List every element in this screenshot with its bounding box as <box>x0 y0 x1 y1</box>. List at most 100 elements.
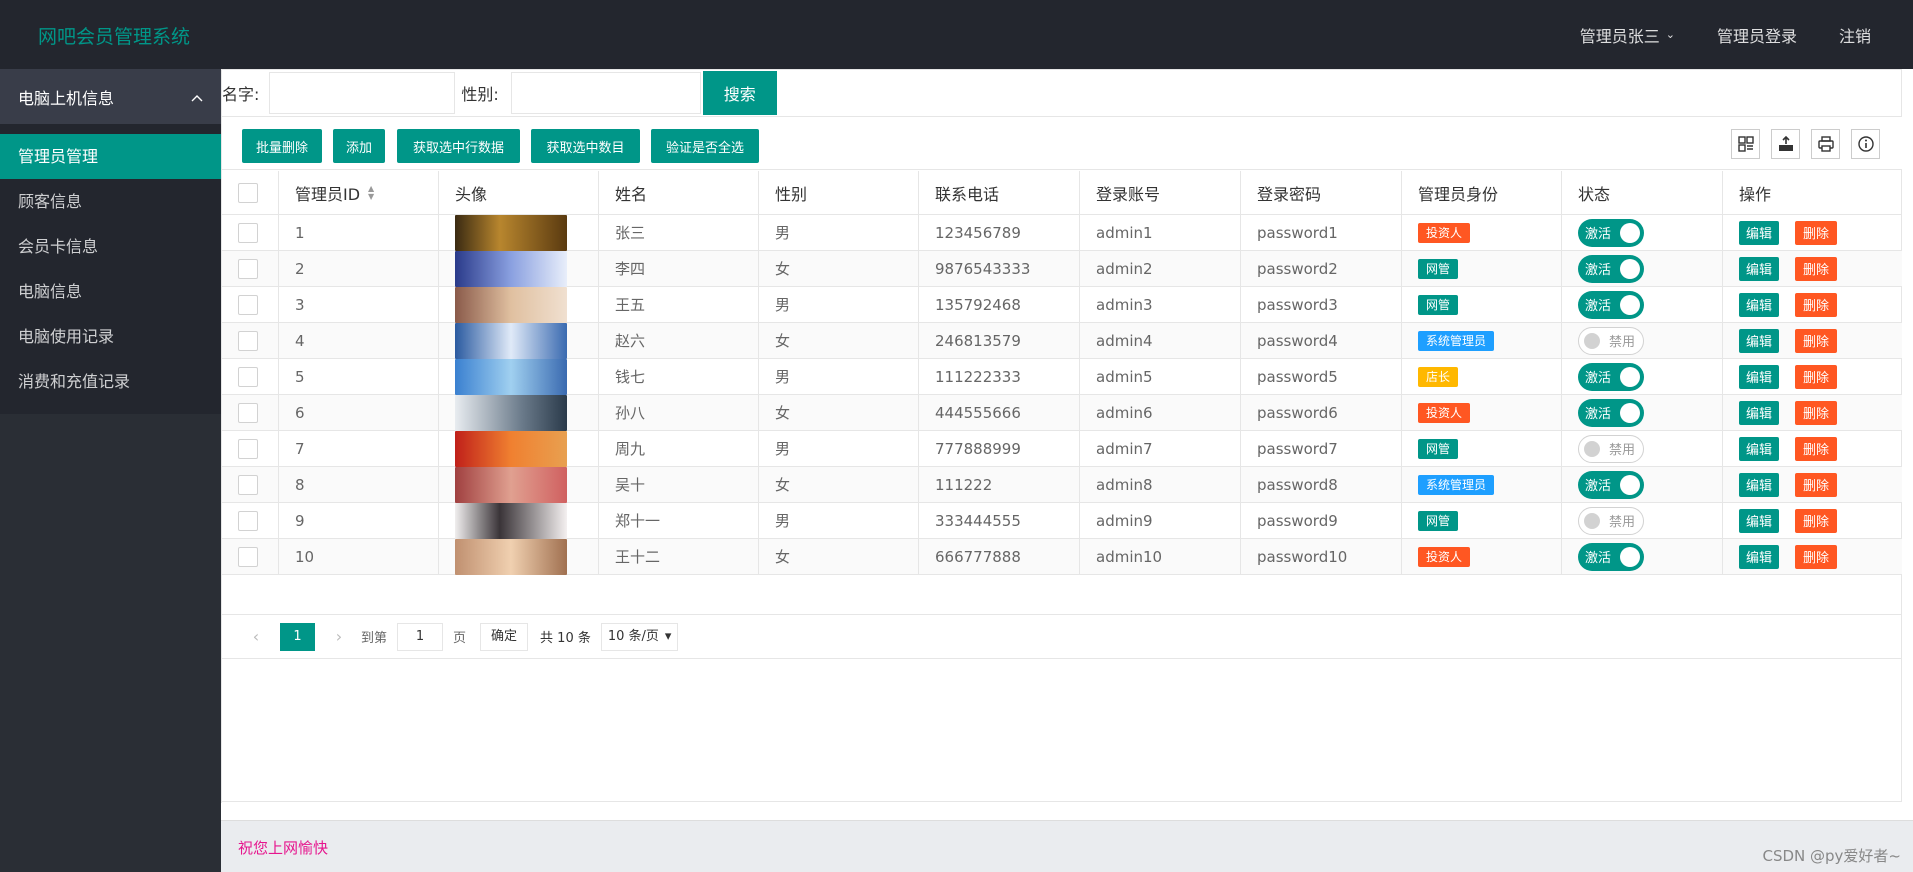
edit-button[interactable]: 编辑 <box>1739 256 1779 281</box>
cell-phone: 777888999 <box>919 431 1080 466</box>
status-toggle[interactable]: 激活 <box>1578 542 1644 571</box>
row-checkbox[interactable] <box>238 474 258 495</box>
search-button[interactable]: 搜索 <box>702 71 777 115</box>
row-checkbox[interactable] <box>238 258 258 279</box>
avatar <box>455 286 567 323</box>
cell-role: 网管 <box>1402 251 1562 286</box>
edit-button[interactable]: 编辑 <box>1739 472 1779 497</box>
delete-button[interactable]: 删除 <box>1795 328 1837 353</box>
edit-button[interactable]: 编辑 <box>1739 400 1779 425</box>
delete-button[interactable]: 删除 <box>1795 508 1837 533</box>
admin-login-link[interactable]: 管理员登录 <box>1717 23 1797 47</box>
row-checkbox[interactable] <box>238 402 258 423</box>
status-label: 禁用 <box>1609 515 1636 530</box>
filter-columns-icon[interactable] <box>1731 129 1760 159</box>
per-page-select[interactable]: 10 条/页 ▾ <box>600 622 679 651</box>
status-toggle[interactable]: 激活 <box>1578 470 1644 499</box>
sidebar-item-computer-info[interactable]: 电脑信息 <box>0 269 221 314</box>
status-label: 激活 <box>1585 479 1612 494</box>
toggle-knob <box>1620 258 1640 279</box>
row-checkbox-cell <box>222 467 279 502</box>
prev-page-icon[interactable]: ‹ <box>246 627 266 646</box>
name-label: 名字: <box>222 85 260 104</box>
delete-button[interactable]: 删除 <box>1795 256 1837 281</box>
status-toggle[interactable]: 激活 <box>1578 218 1644 247</box>
select-all-checkbox[interactable] <box>238 182 258 203</box>
sort-icon[interactable]: ▲ ▼ <box>368 184 374 201</box>
toggle-knob <box>1620 222 1640 243</box>
status-toggle[interactable]: 激活 <box>1578 290 1644 319</box>
logout-link[interactable]: 注销 <box>1839 23 1871 47</box>
cell-actions: 编辑 删除 <box>1723 467 1902 502</box>
current-page[interactable]: 1 <box>280 622 315 651</box>
edit-button[interactable]: 编辑 <box>1739 508 1779 533</box>
row-checkbox-cell <box>222 323 279 358</box>
edit-button[interactable]: 编辑 <box>1739 220 1779 245</box>
header-name: 姓名 <box>599 171 759 214</box>
delete-button[interactable]: 删除 <box>1795 220 1837 245</box>
check-all-selected-button[interactable]: 验证是否全选 <box>651 129 759 163</box>
row-checkbox[interactable] <box>238 438 258 459</box>
delete-button[interactable]: 删除 <box>1795 544 1837 569</box>
sidebar-item-customer-info[interactable]: 顾客信息 <box>0 179 221 224</box>
cell-password: password10 <box>1241 539 1402 574</box>
row-checkbox-cell <box>222 431 279 466</box>
cell-actions: 编辑 删除 <box>1723 251 1902 286</box>
cell-avatar <box>439 358 599 395</box>
info-icon[interactable] <box>1851 129 1880 159</box>
delete-button[interactable]: 删除 <box>1795 364 1837 389</box>
edit-button[interactable]: 编辑 <box>1739 436 1779 461</box>
table-row: 10 王十二女 666777888 admin10 password10 投资人 激活 编辑删… <box>222 538 1902 575</box>
add-button[interactable]: 添加 <box>333 129 385 163</box>
user-menu[interactable]: 管理员张三 ⌄ <box>1580 23 1675 47</box>
cell-phone: 9876543333 <box>919 251 1080 286</box>
sidebar-group-computer-info[interactable]: 电脑上机信息 <box>0 69 221 124</box>
status-toggle[interactable]: 激活 <box>1578 362 1644 391</box>
cell-name: 郑十一 <box>599 503 759 538</box>
status-toggle[interactable]: 激活 <box>1578 254 1644 283</box>
goto-page-input[interactable]: 1 <box>397 622 444 651</box>
print-icon[interactable] <box>1811 129 1840 159</box>
cell-avatar <box>439 502 599 539</box>
row-checkbox[interactable] <box>238 366 258 387</box>
sidebar-item-admin-management[interactable]: 管理员管理 <box>0 134 221 179</box>
goto-confirm-button[interactable]: 确定 <box>480 622 529 651</box>
sidebar-item-member-card-info[interactable]: 会员卡信息 <box>0 224 221 269</box>
get-selected-count-button[interactable]: 获取选中数目 <box>531 129 640 163</box>
status-toggle[interactable]: 禁用 <box>1578 326 1644 355</box>
cell-role: 投资人 <box>1402 395 1562 430</box>
batch-delete-button[interactable]: 批量删除 <box>242 129 322 163</box>
delete-button[interactable]: 删除 <box>1795 472 1837 497</box>
cell-account: admin4 <box>1080 323 1241 358</box>
export-icon[interactable] <box>1771 129 1800 159</box>
row-checkbox[interactable] <box>238 510 258 531</box>
edit-button[interactable]: 编辑 <box>1739 292 1779 317</box>
edit-button[interactable]: 编辑 <box>1739 544 1779 569</box>
status-toggle[interactable]: 禁用 <box>1578 506 1644 535</box>
get-selected-rows-button[interactable]: 获取选中行数据 <box>397 129 520 163</box>
name-search-input[interactable] <box>269 72 456 114</box>
sidebar-item-consumption-recharge[interactable]: 消费和充值记录 <box>0 359 221 404</box>
cell-status: 激活 <box>1562 395 1723 430</box>
cell-name: 赵六 <box>599 323 759 358</box>
status-toggle[interactable]: 激活 <box>1578 398 1644 427</box>
status-toggle[interactable]: 禁用 <box>1578 434 1644 463</box>
row-checkbox-cell <box>222 359 279 394</box>
row-checkbox[interactable] <box>238 222 258 243</box>
delete-button[interactable]: 删除 <box>1795 400 1837 425</box>
row-checkbox[interactable] <box>238 330 258 351</box>
edit-button[interactable]: 编辑 <box>1739 364 1779 389</box>
next-page-icon[interactable]: › <box>329 627 349 646</box>
header-id[interactable]: 管理员ID ▲ ▼ <box>279 171 439 214</box>
cell-name: 张三 <box>599 215 759 250</box>
cell-phone: 444555666 <box>919 395 1080 430</box>
row-checkbox[interactable] <box>238 546 258 567</box>
delete-button[interactable]: 删除 <box>1795 436 1837 461</box>
gender-search-input[interactable] <box>510 72 701 114</box>
row-checkbox[interactable] <box>238 294 258 315</box>
sidebar-item-computer-usage[interactable]: 电脑使用记录 <box>0 314 221 359</box>
toggle-knob <box>1584 512 1600 529</box>
cell-actions: 编辑 删除 <box>1723 215 1902 250</box>
edit-button[interactable]: 编辑 <box>1739 328 1779 353</box>
delete-button[interactable]: 删除 <box>1795 292 1837 317</box>
